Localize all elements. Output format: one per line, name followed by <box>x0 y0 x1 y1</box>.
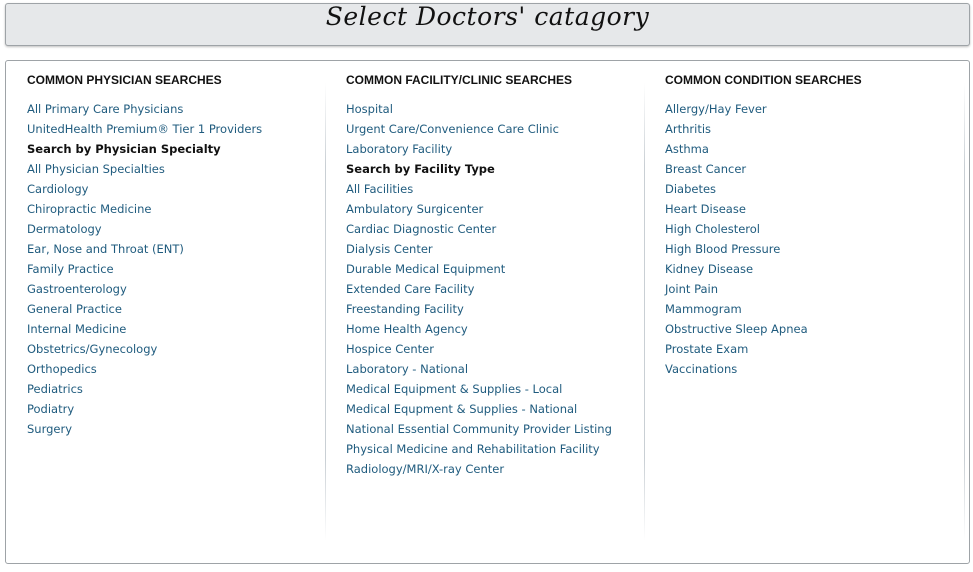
search-link-high-blood-pressure[interactable]: High Blood Pressure <box>665 239 955 259</box>
physician-searches-column: COMMON PHYSICIAN SEARCHES All Primary Ca… <box>27 73 325 439</box>
search-link-cardiology[interactable]: Cardiology <box>27 179 325 199</box>
search-link-hospice-center[interactable]: Hospice Center <box>346 339 644 359</box>
search-link-heart-disease[interactable]: Heart Disease <box>665 199 955 219</box>
search-link-allergy-hay-fever[interactable]: Allergy/Hay Fever <box>665 99 955 119</box>
search-link-chiropractic-medicine[interactable]: Chiropractic Medicine <box>27 199 325 219</box>
column-heading: COMMON CONDITION SEARCHES <box>665 73 862 87</box>
search-link-all-physician-specialties[interactable]: All Physician Specialties <box>27 159 325 179</box>
search-link-ear-nose-and-throat-ent[interactable]: Ear, Nose and Throat (ENT) <box>27 239 325 259</box>
search-link-general-practice[interactable]: General Practice <box>27 299 325 319</box>
search-link-breast-cancer[interactable]: Breast Cancer <box>665 159 955 179</box>
search-link-high-cholesterol[interactable]: High Cholesterol <box>665 219 955 239</box>
search-link-all-primary-care-physicians[interactable]: All Primary Care Physicians <box>27 99 325 119</box>
search-link-medical-equipment-supplies-local[interactable]: Medical Equipment & Supplies - Local <box>346 379 644 399</box>
physician-search-list: All Primary Care Physicians UnitedHealth … <box>27 99 325 439</box>
search-link-medical-equpment-supplies-national[interactable]: Medical Equpment & Supplies - National <box>346 399 644 419</box>
column-heading: COMMON FACILITY/CLINIC SEARCHES <box>346 73 573 87</box>
condition-searches-column: COMMON CONDITION SEARCHES Allergy/Hay Fe… <box>665 73 955 379</box>
search-link-kidney-disease[interactable]: Kidney Disease <box>665 259 955 279</box>
search-link-vaccinations[interactable]: Vaccinations <box>665 359 955 379</box>
category-header: Select Doctors' catagory <box>5 2 970 46</box>
search-link-unitedhealth-premium-tier-1-providers[interactable]: UnitedHealth Premium® Tier 1 Providers <box>27 119 325 139</box>
facility-searches-column: COMMON FACILITY/CLINIC SEARCHES Hospital… <box>346 73 644 479</box>
search-link-laboratory-national[interactable]: Laboratory - National <box>346 359 644 379</box>
search-link-urgent-care-convenience-care-clinic[interactable]: Urgent Care/Convenience Care Clinic <box>346 119 644 139</box>
search-link-gastroenterology[interactable]: Gastroenterology <box>27 279 325 299</box>
search-link-asthma[interactable]: Asthma <box>665 139 955 159</box>
column-divider <box>644 83 645 541</box>
condition-search-list: Allergy/Hay Fever Arthritis Asthma Breast C… <box>665 99 955 379</box>
search-link-extended-care-facility[interactable]: Extended Care Facility <box>346 279 644 299</box>
search-link-podiatry[interactable]: Podiatry <box>27 399 325 419</box>
search-link-dialysis-center[interactable]: Dialysis Center <box>346 239 644 259</box>
search-link-diabetes[interactable]: Diabetes <box>665 179 955 199</box>
search-link-freestanding-facility[interactable]: Freestanding Facility <box>346 299 644 319</box>
column-divider <box>964 83 965 541</box>
search-categories-panel: COMMON PHYSICIAN SEARCHES All Primary Ca… <box>5 60 970 564</box>
search-link-ambulatory-surgicenter[interactable]: Ambulatory Surgicenter <box>346 199 644 219</box>
column-heading: COMMON PHYSICIAN SEARCHES <box>27 73 222 87</box>
search-link-arthritis[interactable]: Arthritis <box>665 119 955 139</box>
search-link-all-facilities[interactable]: All Facilities <box>346 179 644 199</box>
search-link-obstructive-sleep-apnea[interactable]: Obstructive Sleep Apnea <box>665 319 955 339</box>
search-link-physical-medicine-and-rehabilitation-facility[interactable]: Physical Medicine and Rehabilitation Fac… <box>346 439 644 459</box>
search-link-home-health-agency[interactable]: Home Health Agency <box>346 319 644 339</box>
search-link-cardiac-diagnostic-center[interactable]: Cardiac Diagnostic Center <box>346 219 644 239</box>
section-subheading-search-by-physician-specialty: Search by Physician Specialty <box>27 142 221 156</box>
search-link-obstetrics-gynecology[interactable]: Obstetrics/Gynecology <box>27 339 325 359</box>
column-divider <box>325 83 326 541</box>
page-title: Select Doctors' catagory <box>325 2 650 31</box>
search-link-national-essential-community-provider-listing[interactable]: National Essential Community Provider Li… <box>346 419 644 439</box>
search-link-orthopedics[interactable]: Orthopedics <box>27 359 325 379</box>
facility-search-list: Hospital Urgent Care/Convenience Care Cli… <box>346 99 644 479</box>
search-link-mammogram[interactable]: Mammogram <box>665 299 955 319</box>
search-link-family-practice[interactable]: Family Practice <box>27 259 325 279</box>
search-link-radiology-mri-x-ray-center[interactable]: Radiology/MRI/X-ray Center <box>346 459 644 479</box>
search-link-laboratory-facility[interactable]: Laboratory Facility <box>346 139 644 159</box>
section-subheading-search-by-facility-type: Search by Facility Type <box>346 162 495 176</box>
search-link-internal-medicine[interactable]: Internal Medicine <box>27 319 325 339</box>
search-link-joint-pain[interactable]: Joint Pain <box>665 279 955 299</box>
search-link-durable-medical-equipment[interactable]: Durable Medical Equipment <box>346 259 644 279</box>
search-link-dermatology[interactable]: Dermatology <box>27 219 325 239</box>
search-link-prostate-exam[interactable]: Prostate Exam <box>665 339 955 359</box>
search-link-hospital[interactable]: Hospital <box>346 99 644 119</box>
search-link-surgery[interactable]: Surgery <box>27 419 325 439</box>
search-link-pediatrics[interactable]: Pediatrics <box>27 379 325 399</box>
